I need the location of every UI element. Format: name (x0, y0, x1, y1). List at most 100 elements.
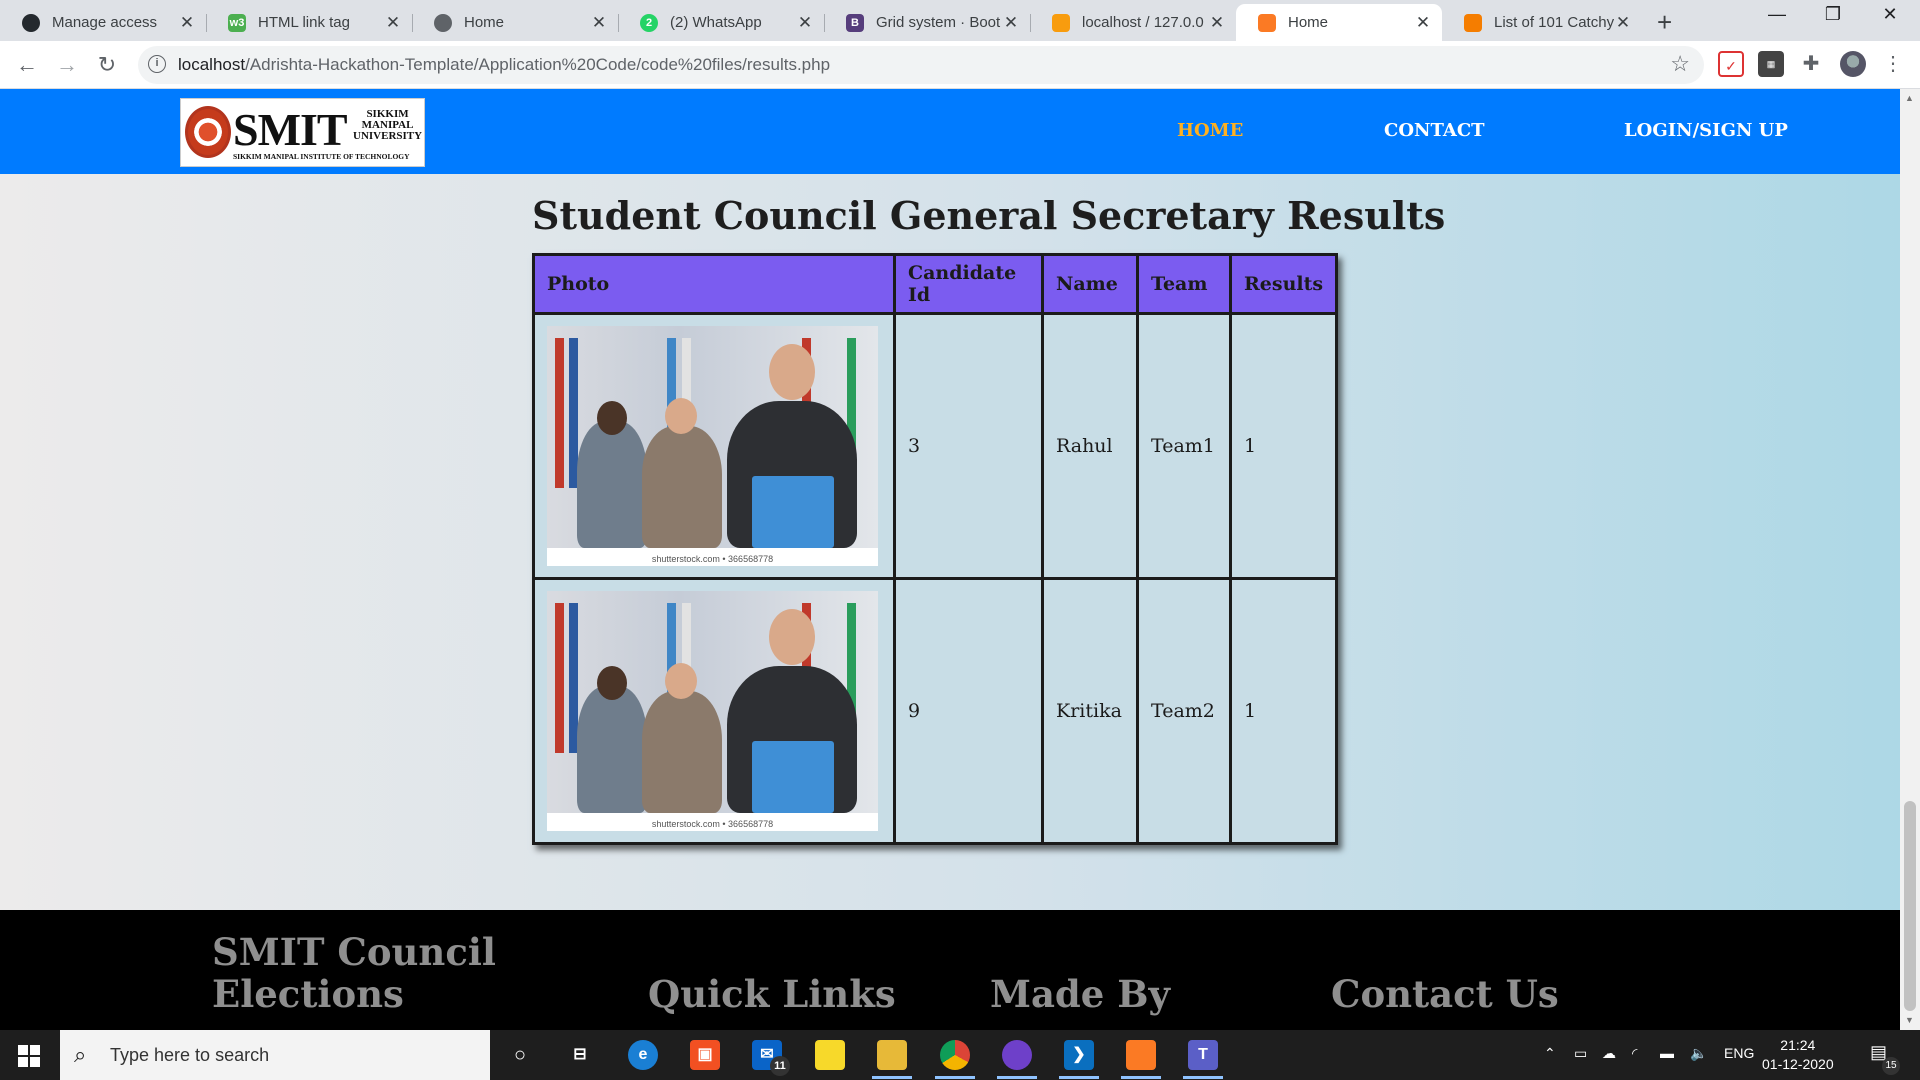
nav-home[interactable]: HOME (1177, 120, 1243, 141)
student-head (665, 398, 697, 434)
nav-login-signup[interactable]: LOGIN/SIGN UP (1624, 120, 1788, 141)
tab-bootstrap[interactable]: B Grid system · Boot ✕ (824, 4, 1031, 41)
meet-now-icon[interactable]: ▭ (1574, 1045, 1587, 1062)
github-desktop-icon[interactable] (997, 1040, 1037, 1079)
student-head (597, 401, 627, 435)
browser-tab-strip: Manage access ✕ w3 HTML link tag ✕ Home … (0, 0, 1920, 41)
cortana-icon[interactable]: ○ (505, 1040, 535, 1070)
xampp-icon (1258, 13, 1276, 32)
sticky-notes-icon[interactable] (815, 1040, 845, 1070)
page-scrollbar[interactable]: ▲ ▼ (1900, 89, 1920, 1030)
new-tab-button[interactable]: + (1657, 7, 1672, 38)
footer-brand-line: SMIT Council (212, 930, 496, 974)
student-figure (642, 691, 722, 813)
student-figure (642, 426, 722, 548)
github-icon (22, 13, 40, 32)
volume-icon[interactable]: 🔈 (1690, 1045, 1707, 1062)
vscode-icon[interactable]: ❯ (1059, 1040, 1099, 1079)
tab-whatsapp[interactable]: 2 (2) WhatsApp ✕ (618, 4, 825, 41)
smit-logo[interactable]: SMIT SIKKIM MANIPAL UNIVERSITY SIKKIM MA… (180, 98, 425, 167)
tab-manage-access[interactable]: Manage access ✕ (0, 4, 207, 41)
clock-date: 01-12-2020 (1762, 1056, 1834, 1072)
taskbar-search-box[interactable]: ⌕ Type here to search (60, 1030, 490, 1080)
results-table: Photo Candidate Id Name Team Results shu… (532, 253, 1339, 845)
tab-home-1[interactable]: Home ✕ (412, 4, 619, 41)
candidate-id-cell: 3 (893, 312, 1044, 580)
pocket-extension-icon[interactable]: ✓ (1718, 51, 1744, 77)
browser-menu-icon[interactable]: ⋮ (1880, 51, 1906, 77)
logo-university: SIKKIM MANIPAL UNIVERSITY (353, 109, 422, 142)
close-icon[interactable]: ✕ (1208, 13, 1226, 33)
whatsapp-icon: 2 (640, 13, 658, 32)
nav-contact[interactable]: CONTACT (1384, 120, 1485, 141)
chrome-icon[interactable] (935, 1040, 975, 1079)
scroll-down-icon[interactable]: ▼ (1905, 1015, 1914, 1025)
mail-badge: 11 (770, 1056, 790, 1076)
page-title: Student Council General Secretary Result… (532, 193, 1446, 238)
shelf-book (555, 338, 564, 488)
photo-cell: shutterstock.com • 366568778 (532, 312, 896, 580)
forward-icon[interactable]: → (52, 50, 82, 80)
candidate-id-cell: 9 (893, 577, 1044, 845)
site-info-icon[interactable]: i (148, 55, 166, 73)
language-indicator[interactable]: ENG (1724, 1045, 1754, 1061)
reload-icon[interactable]: ↻ (92, 50, 122, 80)
phpmyadmin-icon (1052, 13, 1070, 32)
wifi-icon[interactable]: ◜ (1632, 1045, 1637, 1062)
tab-title: Grid system · Boot (876, 14, 1001, 31)
close-icon[interactable]: ✕ (1614, 13, 1632, 33)
logo-university-line: UNIVERSITY (353, 130, 423, 142)
file-explorer-icon[interactable] (872, 1040, 912, 1079)
onedrive-icon[interactable]: ☁ (1602, 1045, 1616, 1062)
scrollbar-thumb[interactable] (1904, 801, 1916, 1011)
close-icon[interactable]: ✕ (796, 13, 814, 33)
footer-contact-us-heading: Contact Us (1331, 972, 1559, 1016)
url-text[interactable]: localhost/Adrishta-Hackathon-Template/Ap… (178, 55, 830, 75)
tab-phpmyadmin[interactable]: localhost / 127.0.0 ✕ (1030, 4, 1236, 41)
tab-title: HTML link tag (258, 14, 350, 31)
show-hidden-icons-icon[interactable]: ⌃ (1544, 1045, 1556, 1062)
address-bar[interactable]: i localhost/Adrishta-Hackathon-Template/… (138, 46, 1704, 84)
tab-title: Home (464, 14, 505, 31)
close-icon[interactable]: ✕ (384, 13, 402, 33)
tab-title: Manage access (52, 14, 158, 31)
news-extension-icon[interactable]: ▦ (1758, 51, 1784, 77)
tab-html-link-tag[interactable]: w3 HTML link tag ✕ (206, 4, 413, 41)
window-close-icon[interactable]: ✕ (1870, 4, 1910, 25)
search-placeholder: Type here to search (110, 1045, 270, 1065)
teams-icon[interactable]: T (1183, 1040, 1223, 1079)
result-cell: 1 (1228, 577, 1339, 845)
bookmark-star-icon[interactable]: ☆ (1670, 51, 1690, 77)
footer-quick-links-heading: Quick Links (648, 972, 896, 1016)
close-icon[interactable]: ✕ (590, 13, 608, 33)
footer-brand-line: Elections (212, 972, 404, 1016)
system-clock[interactable]: 21:24 01-12-2020 (1762, 1036, 1834, 1074)
column-header-team: Team (1136, 253, 1232, 315)
back-icon[interactable]: ← (12, 50, 42, 80)
table-row: shutterstock.com • 366568778 9 Kritika T… (532, 577, 1339, 845)
search-icon: ⌕ (74, 1042, 87, 1067)
restore-icon[interactable]: ❐ (1813, 4, 1853, 25)
windows-start-icon[interactable] (18, 1045, 40, 1067)
close-icon[interactable]: ✕ (1414, 13, 1432, 33)
notification-count-badge: 15 (1882, 1057, 1900, 1075)
task-view-icon[interactable]: ⊟ (565, 1040, 595, 1070)
university-seal-icon (185, 106, 231, 158)
candidate-photo: shutterstock.com • 366568778 (547, 591, 878, 831)
close-icon[interactable]: ✕ (178, 13, 196, 33)
extensions-puzzle-icon[interactable]: ✚ (1798, 51, 1824, 77)
store-icon[interactable]: ▣ (690, 1040, 720, 1070)
battery-icon[interactable]: ▬ (1660, 1045, 1674, 1061)
profile-avatar[interactable] (1840, 51, 1866, 77)
team-cell: Team2 (1136, 577, 1232, 845)
column-header-results: Results (1228, 253, 1339, 315)
close-icon[interactable]: ✕ (1002, 13, 1020, 33)
tab-home-active[interactable]: Home ✕ (1236, 4, 1442, 41)
books-stack (752, 476, 834, 548)
minimize-icon[interactable]: — (1757, 4, 1797, 25)
tab-catchy-list[interactable]: List of 101 Catchy ✕ (1442, 4, 1642, 41)
tab-title: List of 101 Catchy (1494, 14, 1614, 31)
scroll-up-icon[interactable]: ▲ (1905, 93, 1914, 103)
edge-icon[interactable]: e (628, 1040, 658, 1070)
xampp-icon[interactable] (1121, 1040, 1161, 1079)
